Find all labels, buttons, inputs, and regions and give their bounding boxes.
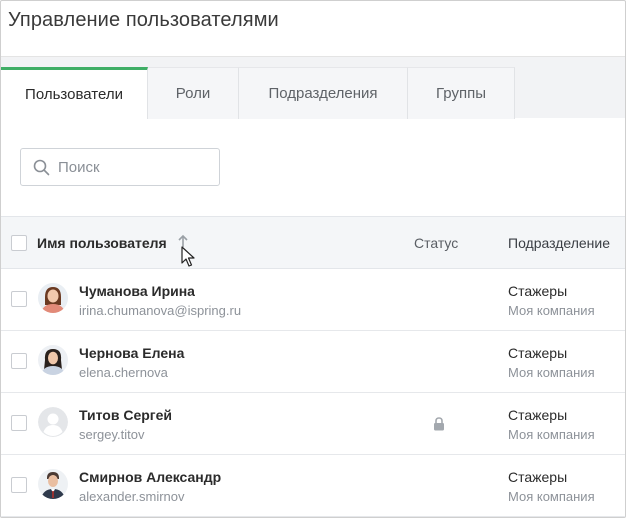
tab-label: Подразделения — [268, 85, 378, 102]
department-name: Стажеры — [508, 345, 568, 361]
avatar — [38, 469, 68, 499]
department-parent: Моя компания — [508, 303, 595, 318]
avatar — [38, 345, 68, 375]
tab-label: Группы — [436, 85, 486, 102]
table-row[interactable]: Чуманова Ирина irina.chumanova@ispring.r… — [1, 269, 625, 331]
lock-icon — [434, 417, 444, 431]
row-checkbox[interactable] — [11, 477, 27, 493]
row-checkbox[interactable] — [11, 415, 27, 431]
tab-label: Роли — [175, 85, 211, 102]
row-checkbox[interactable] — [11, 353, 27, 369]
default-user-icon — [38, 407, 68, 437]
user-photo-icon — [38, 345, 68, 375]
department-parent: Моя компания — [508, 365, 595, 380]
tab-bar: Пользователи Роли Подразделения Группы — [1, 56, 625, 119]
user-name[interactable]: Титов Сергей — [79, 407, 172, 423]
department-parent: Моя компания — [508, 489, 595, 504]
table-row[interactable]: Титов Сергей sergey.titov Стажеры Моя ко… — [1, 393, 625, 455]
department-name: Стажеры — [508, 407, 568, 423]
user-login: sergey.titov — [79, 427, 145, 442]
tab-groups[interactable]: Группы — [408, 67, 515, 119]
row-checkbox[interactable] — [11, 291, 27, 307]
department-name: Стажеры — [508, 283, 568, 299]
column-header-name[interactable]: Имя пользователя — [37, 235, 167, 251]
app-window: Управление пользователями Пользователи Р… — [0, 0, 626, 518]
department-parent: Моя компания — [508, 427, 595, 442]
tab-users[interactable]: Пользователи — [1, 67, 148, 119]
user-photo-icon — [38, 469, 68, 499]
tab-roles[interactable]: Роли — [148, 67, 239, 119]
tab-label: Пользователи — [25, 86, 123, 103]
avatar — [38, 407, 68, 437]
mouse-cursor-icon — [181, 246, 195, 267]
column-header-department[interactable]: Подразделение — [508, 235, 610, 251]
user-photo-icon — [38, 283, 68, 313]
page-title: Управление пользователями — [8, 9, 279, 31]
user-name[interactable]: Чернова Елена — [79, 345, 184, 361]
department-name: Стажеры — [508, 469, 568, 485]
search-icon — [33, 159, 50, 175]
search-input[interactable] — [58, 158, 198, 176]
avatar — [38, 283, 68, 313]
user-login: irina.chumanova@ispring.ru — [79, 303, 242, 318]
table-row[interactable]: Чернова Елена elena.chernova Стажеры Моя… — [1, 331, 625, 393]
table-row[interactable]: Смирнов Александр alexander.smirnov Стаж… — [1, 455, 625, 517]
user-login: alexander.smirnov — [79, 489, 185, 504]
user-login: elena.chernova — [79, 365, 168, 380]
column-header-status[interactable]: Статус — [414, 235, 458, 251]
tab-departments[interactable]: Подразделения — [239, 67, 408, 119]
user-name[interactable]: Смирнов Александр — [79, 469, 221, 485]
select-all-checkbox[interactable] — [11, 235, 27, 251]
user-name[interactable]: Чуманова Ирина — [79, 283, 195, 299]
table-header: Имя пользователя Статус Подразделение — [1, 216, 625, 269]
search-box[interactable] — [20, 148, 220, 186]
